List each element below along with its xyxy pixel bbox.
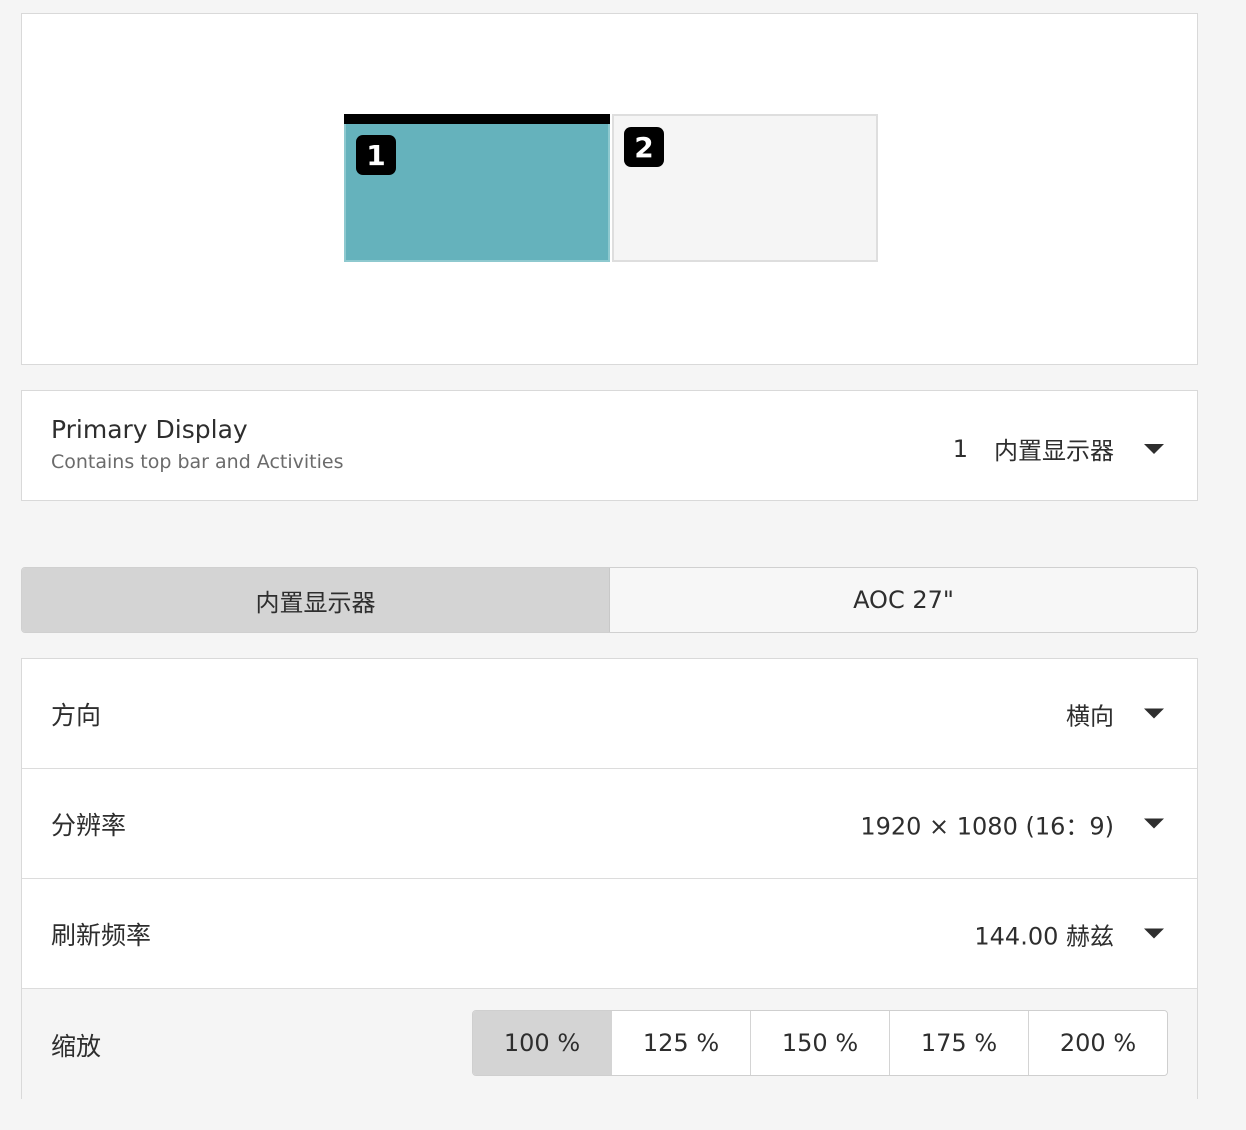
orientation-label: 方向 [51, 700, 102, 730]
monitor-1-badge: 1 [356, 135, 396, 175]
scale-option-125[interactable]: 125 % [612, 1011, 751, 1075]
scale-option-100[interactable]: 100 % [473, 1011, 612, 1075]
refresh-rate-value: 144.00 赫兹 [974, 922, 1114, 950]
caret-down-icon [1144, 818, 1164, 829]
orientation-dropdown[interactable]: 横向 [1066, 696, 1164, 731]
scale-option-175[interactable]: 175 % [890, 1011, 1029, 1075]
top-bar-indicator [344, 114, 610, 124]
tab-aoc-display[interactable]: AOC 27" [610, 568, 1197, 632]
display-tabs: 内置显示器 AOC 27" [21, 567, 1198, 633]
caret-down-icon [1144, 443, 1164, 454]
scale-option-150[interactable]: 150 % [751, 1011, 890, 1075]
primary-display-name: 内置显示器 [994, 437, 1114, 465]
caret-down-icon [1144, 708, 1164, 719]
orientation-value: 横向 [1066, 702, 1114, 730]
primary-display-subtitle: Contains top bar and Activities [51, 451, 344, 473]
monitor-2-badge: 2 [624, 127, 664, 167]
tab-builtin-display[interactable]: 内置显示器 [22, 568, 610, 632]
scale-option-200[interactable]: 200 % [1029, 1011, 1167, 1075]
resolution-row[interactable]: 分辨率 1920 × 1080 (16：9) [22, 769, 1197, 879]
display-arrangement-panel: 1 2 [21, 13, 1198, 365]
refresh-rate-row[interactable]: 刷新频率 144.00 赫兹 [22, 879, 1197, 989]
scale-row: 缩放 100 % 125 % 150 % 175 % 200 % [22, 989, 1197, 1100]
refresh-rate-dropdown[interactable]: 144.00 赫兹 [974, 916, 1164, 951]
primary-display-selector[interactable]: 1 内置显示器 [953, 431, 1164, 466]
monitor-2-preview[interactable]: 2 [612, 114, 878, 262]
scale-label: 缩放 [51, 1031, 102, 1061]
resolution-dropdown[interactable]: 1920 × 1080 (16：9) [860, 806, 1164, 841]
display-settings-list: 方向 横向 分辨率 1920 × 1080 (16：9) 刷新频率 144.00… [21, 658, 1198, 1100]
resolution-label: 分辨率 [51, 810, 127, 840]
primary-display-number: 1 [952, 434, 968, 463]
primary-display-title: Primary Display [51, 415, 248, 444]
refresh-rate-label: 刷新频率 [51, 920, 152, 950]
primary-display-row[interactable]: Primary Display Contains top bar and Act… [21, 390, 1198, 501]
scale-segmented-control: 100 % 125 % 150 % 175 % 200 % [472, 1010, 1168, 1076]
monitor-1-preview[interactable]: 1 [344, 114, 610, 262]
resolution-value: 1920 × 1080 (16：9) [860, 812, 1114, 840]
caret-down-icon [1144, 928, 1164, 939]
orientation-row[interactable]: 方向 横向 [22, 659, 1197, 769]
